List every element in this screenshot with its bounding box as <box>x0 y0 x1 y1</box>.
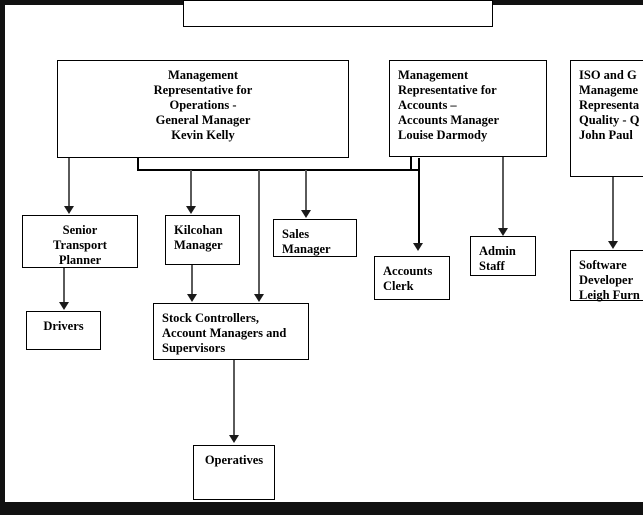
frame-left-border <box>0 0 5 515</box>
arrowhead-software-developer <box>608 241 618 249</box>
node-iso-quality-representative[interactable]: ISO and G Manageme Representa Quality - … <box>570 60 643 177</box>
connector-gm-to-kilcohan-manager <box>190 170 192 208</box>
node-drivers[interactable]: Drivers <box>26 311 101 350</box>
node-senior-transport-planner[interactable]: Senior Transport Planner <box>22 215 138 268</box>
connector-accounts-manager-stub <box>410 157 412 170</box>
connector-accounts-manager-to-admin-staff <box>502 157 504 231</box>
connector-gm-bus <box>137 169 419 171</box>
arrowhead-operatives <box>229 435 239 443</box>
arrowhead-stock-controllers-from-kilcohan <box>187 294 197 302</box>
node-software-developer[interactable]: Software Developer Leigh Furn <box>570 250 643 302</box>
node-sales-manager[interactable]: Sales Manager <box>273 219 357 257</box>
connector-senior-transport-planner-to-drivers <box>63 268 65 304</box>
org-chart-canvas: Management Representative for Operations… <box>0 0 643 515</box>
node-top-blank[interactable] <box>183 0 493 27</box>
node-admin-staff[interactable]: Admin Staff <box>470 236 536 276</box>
connector-kilcohan-manager-to-stock-controllers <box>191 265 193 296</box>
connector-bus-to-accounts-clerk <box>418 158 420 248</box>
frame-bottom-border <box>0 502 643 515</box>
arrowhead-accounts-clerk <box>413 243 423 251</box>
arrowhead-sales-manager <box>301 210 311 218</box>
node-stock-controllers[interactable]: Stock Controllers, Account Managers and … <box>153 303 309 360</box>
arrowhead-drivers <box>59 302 69 310</box>
node-accounts-manager[interactable]: Management Representative for Accounts –… <box>389 60 547 157</box>
connector-stock-controllers-to-operatives <box>233 360 235 437</box>
connector-gm-to-sales-manager <box>305 170 307 212</box>
arrowhead-admin-staff <box>498 228 508 236</box>
arrowhead-kilcohan-manager <box>186 206 196 214</box>
node-operatives[interactable]: Operatives <box>193 445 275 500</box>
node-kilcohan-manager[interactable]: Kilcohan Manager <box>165 215 240 265</box>
connector-gm-bus-left-riser <box>137 158 139 170</box>
connector-gm-to-senior-transport-planner <box>68 158 70 208</box>
connector-iso-quality-to-software-developer <box>612 177 614 243</box>
arrowhead-senior-transport-planner <box>64 206 74 214</box>
node-accounts-clerk[interactable]: Accounts Clerk <box>374 256 450 300</box>
node-general-manager[interactable]: Management Representative for Operations… <box>57 60 349 158</box>
connector-gm-to-stock-controllers <box>258 170 260 296</box>
arrowhead-stock-controllers-from-gm <box>254 294 264 302</box>
